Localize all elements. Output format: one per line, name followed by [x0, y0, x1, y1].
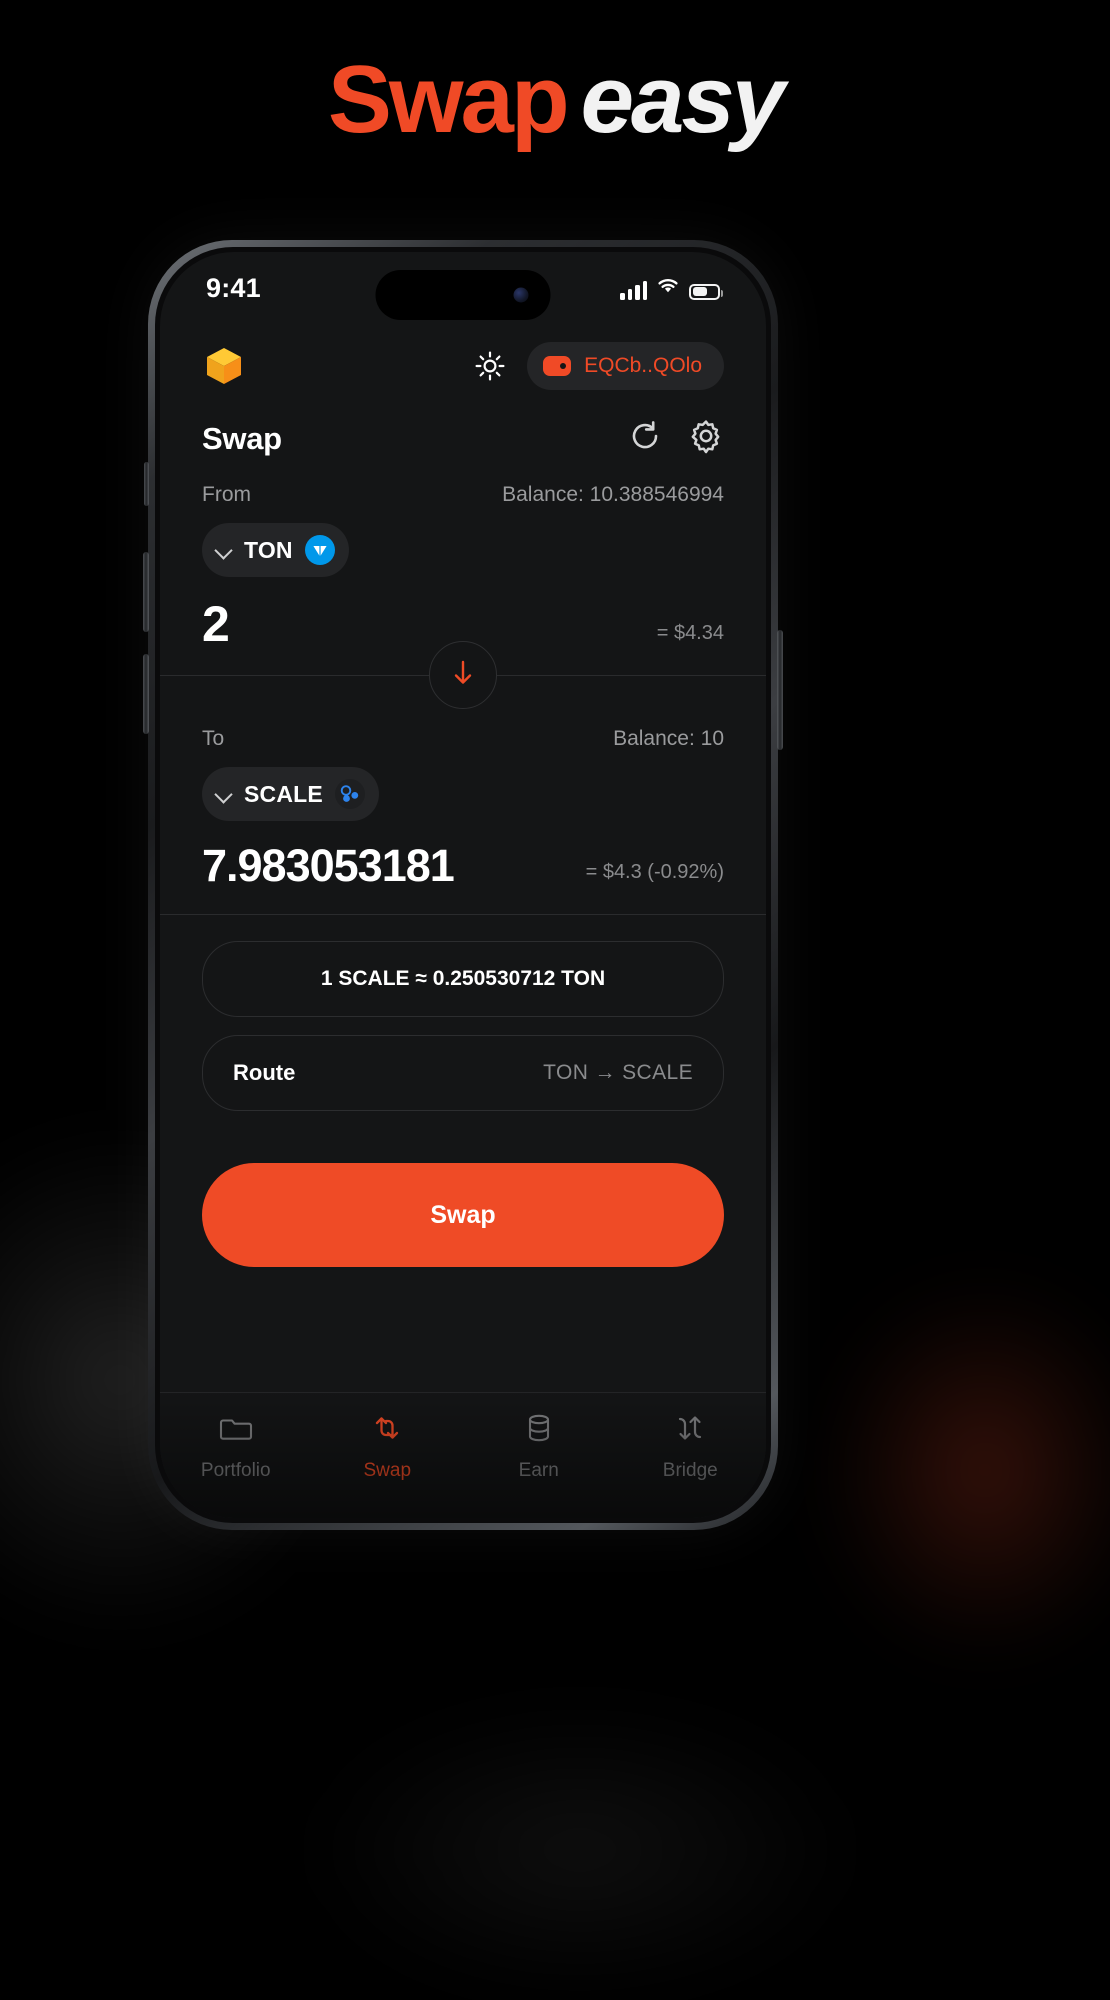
cube-logo-icon[interactable]: [202, 344, 246, 388]
tab-portfolio[interactable]: Portfolio: [160, 1411, 312, 1482]
from-balance: Balance: 10.388546994: [502, 483, 724, 506]
folder-icon: [219, 1411, 253, 1450]
swap-button[interactable]: Swap: [202, 1163, 724, 1267]
chevron-down-icon: [216, 542, 232, 558]
to-token-selector[interactable]: SCALE: [202, 767, 379, 821]
wifi-icon: [656, 277, 680, 300]
route-value: TON → SCALE: [543, 1061, 693, 1084]
hero-headline: Swap easy: [0, 0, 1110, 200]
silent-switch-button[interactable]: [144, 462, 149, 506]
from-label: From: [202, 483, 251, 506]
database-icon: [522, 1411, 556, 1450]
tab-earn[interactable]: Earn: [463, 1411, 615, 1482]
arrow-down-icon: [450, 658, 476, 693]
tab-portfolio-label: Portfolio: [200, 1460, 271, 1481]
route-row[interactable]: Route TON → SCALE: [202, 1035, 724, 1111]
refresh-icon[interactable]: [628, 419, 662, 458]
front-camera-icon: [513, 287, 529, 303]
wallet-address-button[interactable]: EQCb..QOlo: [527, 342, 724, 390]
bottom-tab-bar: Portfolio Swap Earn Bridge: [160, 1392, 766, 1518]
phone-screen: 9:41 EQCb..QOlo Swap From Balance: 10.38…: [160, 252, 766, 1518]
to-amount-row: 7.983053181 = $4.3 (-0.92%): [202, 821, 724, 914]
from-usd-value: = $4.34: [656, 622, 724, 644]
exchange-rate-row[interactable]: 1 SCALE ≈ 0.250530712 TON: [202, 941, 724, 1017]
app-header: EQCb..QOlo: [160, 324, 766, 396]
swap-arrows-icon: [370, 1411, 404, 1450]
to-balance: Balance: 10: [613, 727, 724, 750]
tab-swap[interactable]: Swap: [312, 1411, 464, 1482]
headline-word-easy: easy: [580, 46, 786, 153]
ambient-glow-right: [820, 1280, 1110, 1660]
volume-up-button[interactable]: [143, 552, 149, 632]
tab-bridge[interactable]: Bridge: [615, 1411, 767, 1482]
swap-direction-button[interactable]: [429, 641, 497, 709]
page-title: Swap: [202, 420, 282, 456]
to-amount-output[interactable]: 7.983053181: [202, 843, 455, 888]
wallet-icon: [543, 356, 572, 376]
volume-down-button[interactable]: [143, 654, 149, 734]
cellular-signal-icon: [620, 280, 647, 300]
to-token-symbol: SCALE: [244, 780, 323, 807]
wallet-address-label: EQCb..QOlo: [584, 354, 702, 377]
power-button[interactable]: [777, 630, 783, 750]
ton-token-icon: [304, 535, 335, 565]
status-indicators: [620, 277, 723, 300]
status-clock: 9:41: [206, 272, 261, 303]
chevron-down-icon: [216, 786, 232, 802]
tab-bridge-label: Bridge: [662, 1460, 718, 1481]
from-token-selector[interactable]: TON: [202, 523, 349, 577]
to-usd-value: = $4.3 (-0.92%): [585, 861, 724, 883]
status-bar: 9:41: [160, 252, 766, 324]
scale-token-icon: [334, 779, 365, 809]
from-token-symbol: TON: [244, 536, 293, 563]
tab-swap-label: Swap: [363, 1460, 412, 1481]
page-title-bar: Swap: [160, 396, 766, 469]
dynamic-island: [375, 270, 551, 320]
bridge-arrows-icon: [673, 1411, 707, 1450]
headline-word-swap: Swap: [327, 46, 570, 153]
from-amount-input[interactable]: 2: [202, 599, 230, 649]
sun-icon[interactable]: [471, 347, 509, 385]
exchange-rate-label: 1 SCALE ≈ 0.250530712 TON: [320, 967, 606, 990]
bottom-divider: [160, 914, 766, 915]
ambient-glow-bottom: [300, 1700, 860, 2000]
swap-button-label: Swap: [430, 1200, 496, 1229]
to-label: To: [202, 727, 225, 750]
tab-earn-label: Earn: [518, 1460, 559, 1481]
gear-icon[interactable]: [688, 418, 724, 459]
route-label: Route: [233, 1060, 296, 1085]
phone-mockup: 9:41 EQCb..QOlo Swap From Balance: 10.38…: [143, 240, 783, 1530]
from-section-header: From Balance: 10.388546994: [202, 469, 724, 513]
battery-icon: [689, 283, 723, 300]
swap-form: From Balance: 10.388546994 TON 2 = $4.34…: [160, 469, 766, 1267]
